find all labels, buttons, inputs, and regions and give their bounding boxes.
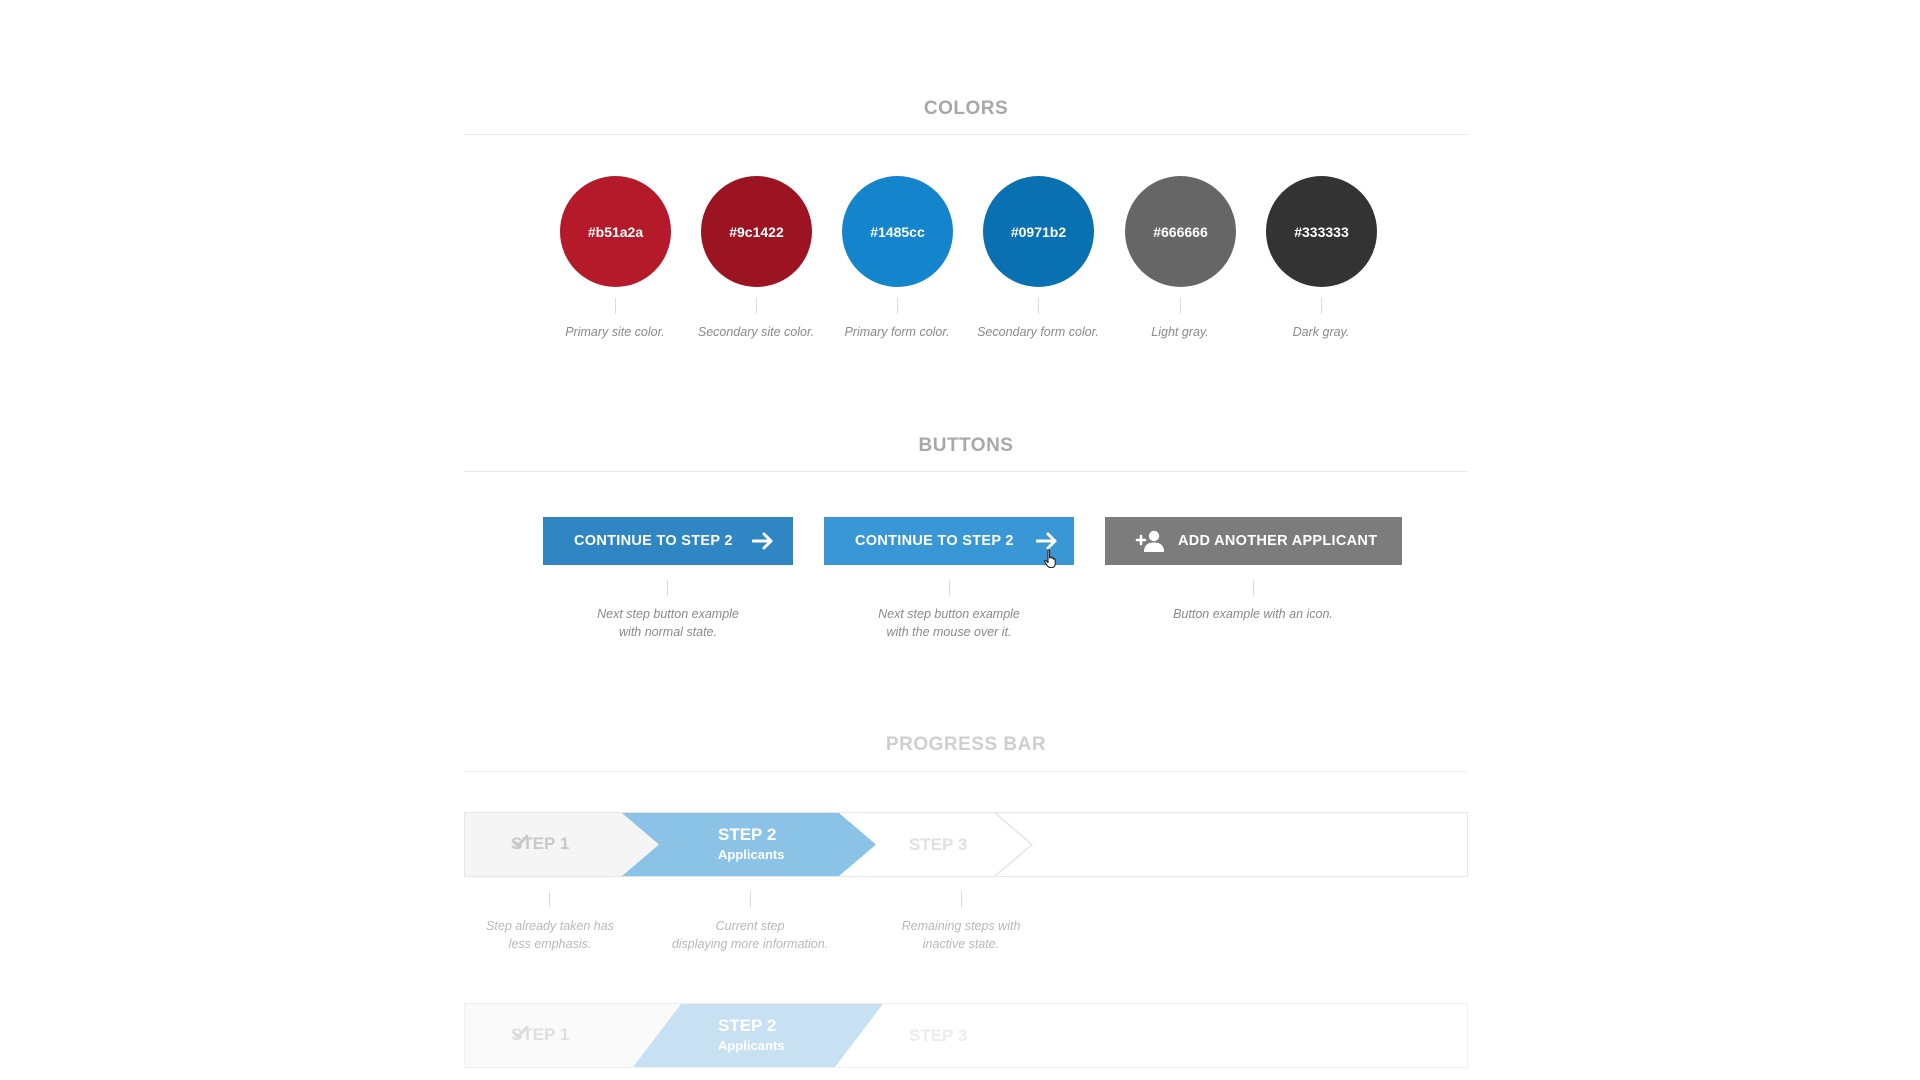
swatch-caption-tick: [615, 298, 616, 314]
add-user-icon: [1134, 529, 1164, 553]
progress-bar-variant: STEP 1 STEP 2 Applicants STEP 3: [464, 1003, 1468, 1068]
step3-item[interactable]: STEP 3: [909, 1026, 967, 1046]
step-remaining-caption-line: Remaining steps with: [901, 919, 1021, 933]
continue-step2-hover-label: CONTINUE TO STEP 2: [855, 533, 1014, 549]
arrow-right-icon: [751, 532, 774, 550]
color-swatch: #333333: [1266, 176, 1377, 287]
progress-section-title: PROGRESS BAR: [885, 734, 1047, 755]
continue-step2-hover-button[interactable]: CONTINUE TO STEP 2: [824, 517, 1074, 565]
normal-button-caption-line: with normal state.: [619, 625, 717, 639]
button-caption-tick: [1253, 580, 1254, 596]
color-swatch: #b51a2a: [560, 176, 671, 287]
buttons-section-title: BUTTONS: [918, 435, 1014, 456]
colors-divider: [464, 134, 1468, 135]
add-another-applicant-button[interactable]: ADD ANOTHER APPLICANT: [1105, 517, 1402, 565]
color-swatch: #9c1422: [701, 176, 812, 287]
swatch-caption-tick: [897, 298, 898, 314]
step2-item[interactable]: STEP 2 Applicants: [718, 1016, 784, 1053]
progress-caption-tick: [961, 891, 962, 907]
step2-sublabel: Applicants: [718, 847, 785, 862]
step-remaining-caption: Remaining steps with inactive state.: [871, 917, 1051, 953]
hand-cursor-icon: [1043, 549, 1059, 574]
swatch-caption-tick: [756, 298, 757, 314]
color-swatch: #0971b2: [983, 176, 1094, 287]
step2-sublabel: Applicants: [718, 1038, 785, 1053]
swatch-caption-tick: [1038, 298, 1039, 314]
step-done-caption-line: Step already taken has: [486, 919, 614, 933]
swatch-caption: Secondary site color.: [697, 325, 815, 339]
step-current-caption: Current step displaying more information…: [650, 917, 850, 953]
step-current-caption-line: Current step: [715, 919, 785, 933]
progress-bar: STEP 1 STEP 2 Applicants STEP 3: [464, 812, 1468, 877]
progress-caption-tick: [750, 891, 751, 907]
button-caption-tick: [949, 580, 950, 596]
swatch-caption: Light gray.: [1151, 325, 1209, 339]
swatch-caption: Dark gray.: [1292, 325, 1350, 339]
continue-step2-button[interactable]: CONTINUE TO STEP 2: [543, 517, 793, 565]
color-swatch: #666666: [1125, 176, 1236, 287]
normal-button-caption-line: Next step button example: [597, 607, 739, 621]
swatch-caption-tick: [1180, 298, 1181, 314]
step-done-caption-line: less emphasis.: [508, 937, 592, 951]
hover-button-caption: Next step button example with the mouse …: [849, 605, 1049, 641]
hover-button-caption-line: with the mouse over it.: [886, 625, 1012, 639]
arrow-right-icon: [1035, 532, 1058, 550]
step2-item[interactable]: STEP 2 Applicants: [718, 825, 784, 862]
normal-button-caption: Next step button example with normal sta…: [568, 605, 768, 641]
swatch-caption: Primary form color.: [844, 325, 950, 339]
step-done-caption: Step already taken has less emphasis.: [460, 917, 640, 953]
progress-caption-tick: [549, 891, 550, 907]
buttons-divider: [464, 471, 1468, 472]
step-remaining-caption-line: inactive state.: [922, 937, 1000, 951]
step1-item[interactable]: STEP 1: [511, 834, 580, 854]
add-another-applicant-label: ADD ANOTHER APPLICANT: [1178, 533, 1378, 549]
swatch-caption: Secondary form color.: [977, 325, 1099, 339]
hover-button-caption-line: Next step button example: [878, 607, 1020, 621]
continue-step2-label: CONTINUE TO STEP 2: [574, 533, 733, 549]
icon-button-caption: Button example with an icon.: [1173, 607, 1333, 621]
color-swatch: #1485cc: [842, 176, 953, 287]
swatch-caption: Primary site color.: [565, 325, 665, 339]
button-caption-tick: [667, 580, 668, 596]
swatch-caption-tick: [1321, 298, 1322, 314]
step1-item[interactable]: STEP 1: [511, 1025, 580, 1045]
step-current-caption-line: displaying more information.: [671, 937, 829, 951]
step3-item[interactable]: STEP 3: [909, 835, 967, 855]
colors-section-title: COLORS: [923, 98, 1009, 119]
step2-label: STEP 2: [718, 1016, 777, 1035]
progress-divider: [464, 771, 1468, 772]
step2-label: STEP 2: [718, 825, 777, 844]
